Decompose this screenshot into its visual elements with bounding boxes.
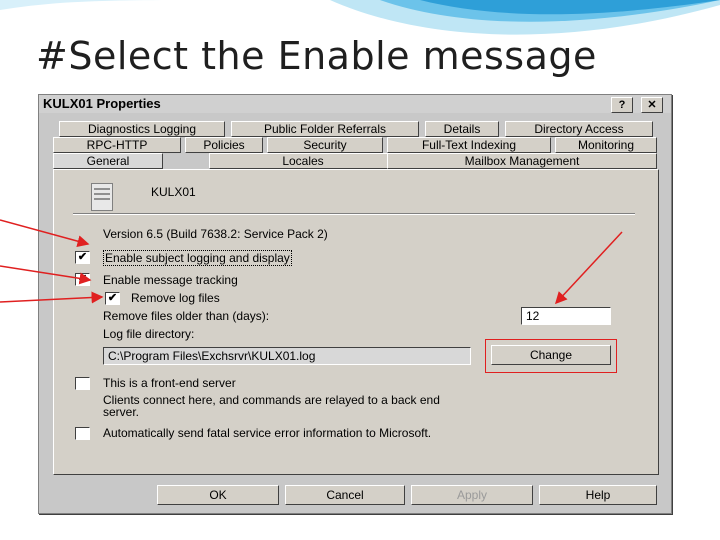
tab-security[interactable]: Security [267,137,383,153]
help-footer-button[interactable]: Help [539,485,657,505]
server-icon [91,183,113,211]
front-end-description-2: server. [103,405,140,419]
dialog-title: KULX01 Properties [43,96,161,111]
auto-send-checkbox[interactable] [75,427,90,440]
version-text: Version 6.5 (Build 7638.2: Service Pack … [103,227,328,241]
log-dir-field: C:\Program Files\Exchsrvr\KULX01.log [103,347,471,365]
slide-title: #Select the Enable message [36,34,597,78]
properties-dialog: KULX01 Properties ? ✕ Diagnostics Loggin… [38,94,672,514]
tab-diagnostics-logging[interactable]: Diagnostics Logging [59,121,225,137]
tab-mailbox-management[interactable]: Mailbox Management [387,153,657,169]
subject-logging-checkbox[interactable]: ✔ [75,251,90,264]
remove-log-files-label[interactable]: Remove log files [131,291,220,305]
help-button[interactable]: ? [611,97,633,113]
tab-policies[interactable]: Policies [185,137,263,153]
tab-full-text-indexing[interactable]: Full-Text Indexing [387,137,551,153]
front-end-description: Clients connect here, and commands are r… [103,393,440,407]
divider [73,213,635,215]
tab-details[interactable]: Details [425,121,499,137]
subject-logging-label[interactable]: Enable subject logging and display [103,250,292,266]
remove-older-days-input[interactable]: 12 [521,307,611,325]
tab-public-folder-referrals[interactable]: Public Folder Referrals [231,121,419,137]
front-end-checkbox[interactable] [75,377,90,390]
remove-older-label: Remove files older than (days): [103,309,270,323]
change-highlight-box [485,339,617,373]
tab-monitoring[interactable]: Monitoring [555,137,657,153]
ok-button[interactable]: OK [157,485,279,505]
dialog-titlebar: KULX01 Properties ? ✕ [39,95,671,113]
tab-general[interactable]: General [53,153,163,169]
server-name: KULX01 [151,185,196,199]
remove-log-files-checkbox[interactable]: ✔ [105,292,120,305]
front-end-label[interactable]: This is a front-end server [103,376,236,390]
tab-locales[interactable]: Locales [209,153,397,169]
tab-directory-access[interactable]: Directory Access [505,121,653,137]
message-tracking-label[interactable]: Enable message tracking [103,273,238,287]
tab-rpc-http[interactable]: RPC-HTTP [53,137,181,153]
log-dir-label: Log file directory: [103,327,195,341]
close-icon[interactable]: ✕ [641,97,663,113]
cancel-button[interactable]: Cancel [285,485,405,505]
apply-button[interactable]: Apply [411,485,533,505]
auto-send-label[interactable]: Automatically send fatal service error i… [103,426,431,440]
message-tracking-checkbox[interactable]: ✔ [75,273,90,286]
